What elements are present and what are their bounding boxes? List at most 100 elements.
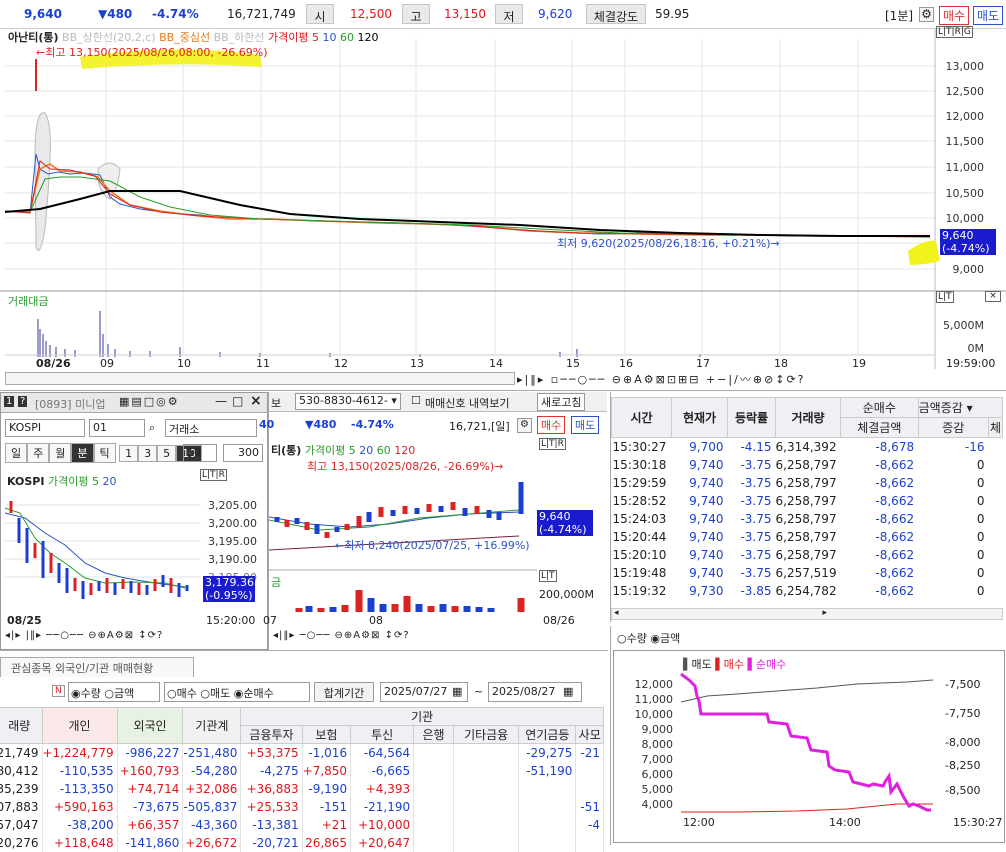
table-row[interactable]: 15:19:48 9,740 -3.75 6,257,519 -8,662 0	[612, 564, 1003, 582]
radio-amount-label: 금액	[113, 687, 135, 700]
account-number: 530-8830-4612-	[299, 394, 388, 407]
col-amount: 체결금액	[840, 417, 919, 438]
n-icon[interactable]: N	[52, 685, 65, 697]
radio-net[interactable]: ◉	[234, 687, 244, 700]
low-price: 9,620	[538, 7, 573, 21]
period-select[interactable]: 10	[183, 444, 217, 462]
col-bank: 은행	[413, 725, 454, 744]
table-cell: 6,254,782	[775, 583, 837, 598]
period-minute-button[interactable]: 분	[71, 443, 94, 463]
radio-qty[interactable]: ○	[617, 632, 627, 645]
daily-toolbar[interactable]: ◂|‖▸ ─○── ⊖⊕A⚙⊠ ↕⟳?	[273, 630, 410, 641]
table-row[interactable]: 15:30:18 9,740 -3.75 6,258,797 -8,662 0	[612, 456, 1003, 474]
period-3-button[interactable]: 3	[138, 445, 158, 462]
calendar-icon[interactable]: ▦	[563, 685, 573, 698]
daily-buy-button[interactable]: 매수	[537, 416, 566, 434]
table-row[interactable]: 57,047 -38,200 +66,357 -43,360 -13,381 +21 +10…	[0, 815, 604, 834]
period-month-button[interactable]: 월	[49, 443, 72, 463]
table-row[interactable]: 15:29:59 9,740 -3.75 6,258,797 -8,662 0	[612, 474, 1003, 492]
table-cell: 9,740	[689, 547, 724, 562]
period-tick-button[interactable]: 틱	[93, 443, 116, 463]
table-cell	[413, 743, 454, 762]
table-cell: 9,740	[689, 457, 724, 472]
table-row[interactable]: 15:24:03 9,740 -3.75 6,258,797 -8,662 0	[612, 510, 1003, 528]
period-week-button[interactable]: 주	[27, 443, 50, 463]
tab-investor[interactable]: 관심종목 외국인/기관 매매현황	[0, 657, 194, 677]
table-cell: 6,258,797	[775, 475, 837, 490]
interval-label[interactable]: [1분]	[885, 7, 913, 24]
daily-legend-name: 티(통)	[271, 444, 302, 457]
refresh-button[interactable]: 새로고침	[537, 393, 586, 411]
table-row[interactable]: 35,239 -113,350 +74,714 +32,086 +36,883 -9,19…	[0, 779, 604, 798]
code-input[interactable]: KOSPI	[5, 419, 85, 437]
table-cell: +160,793	[117, 761, 184, 780]
table-cell: +32,086	[182, 779, 242, 798]
account-select[interactable]: 530-8830-4612- ▾	[295, 393, 401, 410]
period-5-button[interactable]: 5	[157, 445, 177, 462]
maximize-icon[interactable]: □	[232, 394, 243, 408]
amount-change-label: 금액증감	[918, 401, 963, 415]
table-cell: -251,480	[182, 743, 242, 762]
mini-chart-mode-icon[interactable]: L|T|R	[200, 469, 227, 481]
table-row[interactable]: 15:20:44 9,740 -3.75 6,258,797 -8,662 0	[612, 528, 1003, 546]
mini-toolbar[interactable]: ◂|▸ |‖▸ ──○── ⊖⊕A⚙⊠ ↕⟳?	[5, 630, 163, 641]
gear-icon[interactable]: ⚙	[517, 418, 532, 433]
table-cell: -3.75	[740, 457, 772, 472]
volume-mode-icon[interactable]: L|T	[936, 291, 954, 303]
table-row[interactable]: 15:30:27 9,700 -4.15 6,314,392 -8,678 -16	[612, 438, 1003, 456]
col-net-buy: 순매수	[840, 397, 919, 418]
table-row[interactable]: 80,412 -110,535 +160,793 -54,280 -4,275 +7,85…	[0, 761, 604, 780]
radio-amount[interactable]: ◉	[650, 632, 660, 645]
radio-buy[interactable]: ○	[167, 687, 177, 700]
radio-qty[interactable]: ◉	[71, 687, 81, 700]
search-icon[interactable]: ⌕	[149, 421, 155, 435]
mini-toolbar-icons[interactable]: ▦▤□◎⚙	[119, 395, 180, 408]
table-row[interactable]: 20,276 +118,648 -141,860 +26,672 -20,721 26,8…	[0, 833, 604, 852]
market-name: 거래소	[165, 419, 257, 437]
count-input[interactable]: 300	[223, 444, 263, 462]
flow-chart	[680, 672, 934, 813]
amount-change-select[interactable]: 금액증감 ▾	[917, 397, 1004, 418]
close-icon[interactable]: ×	[985, 291, 1001, 302]
daily-x-label: 08	[369, 614, 383, 627]
period-1-button[interactable]: 1	[119, 445, 139, 462]
strength-label: 체결강도	[586, 4, 646, 24]
radio-sell[interactable]: ○	[200, 687, 210, 700]
daily-x-label: 07	[263, 614, 277, 627]
table-cell: 15:19:32	[612, 583, 667, 598]
daily-sell-button[interactable]: 매도	[571, 416, 600, 434]
chart-scrollbar[interactable]	[5, 372, 515, 385]
table-row[interactable]: 15:20:10 9,740 -3.75 6,258,797 -8,662 0	[612, 546, 1003, 564]
table-row[interactable]: 07,883 +590,163 -73,675 -505,837 +25,533 -151…	[0, 797, 604, 816]
x-label: 18	[774, 357, 788, 370]
signal-checkbox[interactable]: ☐	[411, 394, 421, 407]
col-insurance: 보험	[301, 725, 352, 744]
table-cell: -151	[302, 797, 352, 816]
signal-label: 매매신호 내역보기	[425, 397, 510, 410]
period-day-button[interactable]: 일	[5, 443, 28, 463]
table-row[interactable]: 15:28:52 9,740 -3.75 6,258,797 -8,662 0	[612, 492, 1003, 510]
help-icon[interactable]: ?	[18, 396, 28, 407]
tick-scrollbar[interactable]: ◂ ▸	[611, 608, 1003, 620]
buy-button[interactable]: 매수	[939, 6, 970, 25]
radio-amount[interactable]: ○	[104, 687, 114, 700]
table-cell: +1,224,779	[42, 743, 118, 762]
col-foreign: 외국인	[116, 707, 184, 744]
mini-last-badge: 3,179.36 (-0.95%)	[203, 576, 255, 602]
daily-chart-mode-icon[interactable]: L|T|R	[539, 438, 566, 450]
calendar-icon[interactable]: ▦	[452, 685, 462, 698]
vol-tick: 0M	[967, 342, 985, 355]
y-tick: 11,500	[945, 135, 985, 148]
minimize-icon[interactable]: —	[215, 394, 227, 408]
table-row[interactable]: 21,749 +1,224,779 -986,227 -251,480 +53,375-…	[0, 743, 604, 762]
table-cell: +26,672	[182, 833, 242, 852]
code2-input[interactable]: 01	[89, 419, 145, 437]
chart-toolbar[interactable]: ▸|‖▸ ▫──○── ⊖⊕A⚙⊠⊡⊞⊟ +−|/〰⊕⊘↕⟳?	[517, 371, 806, 387]
col-price: 현재가	[671, 397, 728, 438]
daily-vol-mode-icon[interactable]: L|T	[539, 570, 557, 582]
table-row[interactable]: 15:19:32 9,730 -3.85 6,254,782 -8,662 0	[612, 582, 1003, 600]
sell-button[interactable]: 매도	[973, 6, 1004, 25]
tick-table: 시간 현재가 등락률 거래량 순매수 금액증감 ▾ 체결금액 증감 체 15:3…	[611, 397, 1004, 600]
close-icon[interactable]: ×	[250, 393, 262, 409]
gear-icon[interactable]: ⚙	[919, 7, 934, 22]
